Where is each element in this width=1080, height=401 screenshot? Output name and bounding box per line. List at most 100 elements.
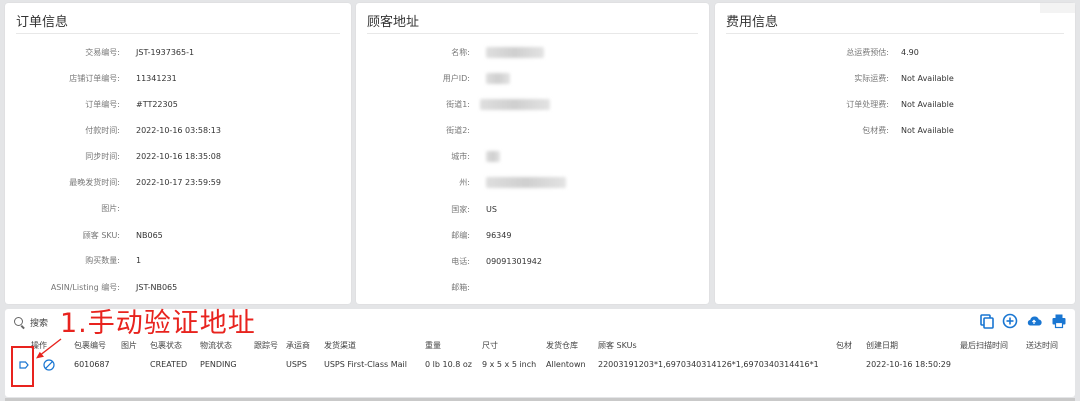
column-header: 顾客 SKUs xyxy=(598,341,637,350)
field-label: 电话: xyxy=(451,257,470,266)
field-row: 城市: xyxy=(356,150,709,164)
field-label: 包材费: xyxy=(862,126,889,135)
package-number: 6010687 xyxy=(74,360,110,369)
column-header: 图片 xyxy=(121,341,137,350)
field-row: 州: xyxy=(356,176,709,190)
field-row: 交易编号: JST-1937365-1 xyxy=(5,46,351,60)
column-header: 包材 xyxy=(836,341,852,350)
redacted-value xyxy=(480,98,550,112)
field-label: 邮箱: xyxy=(451,283,470,292)
table-row[interactable]: 6010687 CREATED PENDING USPS USPS First-… xyxy=(5,354,1075,376)
field-value: JST-1937365-1 xyxy=(136,48,195,57)
field-label: 街道1: xyxy=(446,100,470,109)
field-row: 购买数量: 1 xyxy=(5,254,351,268)
field-value: 2022-10-17 23:59:59 xyxy=(136,178,221,187)
column-header: 包裹编号 xyxy=(74,341,106,350)
field-label: 邮编: xyxy=(451,231,470,240)
redacted-value xyxy=(486,176,566,190)
weight: 0 lb 10.8 oz xyxy=(425,360,472,369)
field-value: Not Available xyxy=(901,126,954,135)
carrier: USPS xyxy=(286,360,307,369)
field-row: 街道1: xyxy=(356,98,709,112)
field-row: 名称: xyxy=(356,46,709,60)
field-value: Not Available xyxy=(901,74,954,83)
fee-info-title: 费用信息 xyxy=(726,15,779,30)
field-row: 邮箱: xyxy=(356,281,709,295)
column-header: 跟踪号 xyxy=(254,341,278,350)
field-row: 顾客 SKU: NB065 xyxy=(5,229,351,243)
field-row: 店铺订单编号: 11341231 xyxy=(5,72,351,86)
field-row: 最晚发货时间: 2022-10-17 23:59:59 xyxy=(5,176,351,190)
field-label: 购买数量: xyxy=(85,256,120,265)
column-header: 最后扫描时间 xyxy=(960,341,1008,350)
field-value: US xyxy=(486,205,497,214)
field-row: 订单编号: #TT22305 xyxy=(5,98,351,112)
field-label: 总运费预估: xyxy=(846,48,889,57)
field-label: 街道2: xyxy=(446,126,470,135)
field-row: 图片: xyxy=(5,202,351,216)
redacted-value xyxy=(486,46,544,60)
header-strip xyxy=(1040,3,1075,13)
field-value: 4.90 xyxy=(901,48,919,57)
column-header: 物流状态 xyxy=(200,341,232,350)
field-label: 最晚发货时间: xyxy=(69,178,120,187)
fee-info-card: 费用信息 总运费预估: 4.90 实际运费: Not Available 订单处理费… xyxy=(715,3,1075,304)
field-row: 国家: US xyxy=(356,203,709,217)
created-date: 2022-10-16 18:50:29 xyxy=(866,360,951,369)
field-value: NB065 xyxy=(136,231,163,240)
column-header: 发货仓库 xyxy=(546,341,578,350)
field-label: 交易编号: xyxy=(85,48,120,57)
field-label: 州: xyxy=(459,178,470,187)
table-header: 操作 包裹编号 图片 包裹状态 物流状态 跟踪号 承运商 发货渠道 重量 尺寸 … xyxy=(5,337,1075,352)
annotation-arrow-icon xyxy=(36,338,62,359)
copy-icon[interactable] xyxy=(979,313,995,329)
field-label: 订单处理费: xyxy=(846,100,889,109)
field-value: 2022-10-16 03:58:13 xyxy=(136,126,221,135)
field-row: 邮编: 96349 xyxy=(356,229,709,243)
field-row: 同步时间: 2022-10-16 18:35:08 xyxy=(5,150,351,164)
cloud-upload-icon[interactable] xyxy=(1026,313,1042,329)
field-label: 付款时间: xyxy=(85,126,120,135)
divider xyxy=(367,33,698,34)
field-label: 实际运费: xyxy=(854,74,889,83)
field-label: 顾客 SKU: xyxy=(82,231,120,240)
field-value: 11341231 xyxy=(136,74,177,83)
field-row: 用户ID: xyxy=(356,72,709,86)
package-status: CREATED xyxy=(150,360,188,369)
field-label: 用户ID: xyxy=(442,74,470,83)
field-row: 实际运费: Not Available xyxy=(715,72,1075,86)
dimensions: 9 x 5 x 5 inch xyxy=(482,360,537,369)
field-value: JST-NB065 xyxy=(136,283,178,292)
field-value: 09091301942 xyxy=(486,257,542,266)
field-label: 店铺订单编号: xyxy=(69,74,120,83)
field-label: ASIN/Listing 编号: xyxy=(50,283,120,292)
customer-address-card: 顾客地址 名称: 用户ID: 街道1: 街道2: 城市: 州: 国家: US 邮编… xyxy=(356,3,709,304)
field-label: 同步时间: xyxy=(85,152,120,161)
redacted-value xyxy=(486,72,510,86)
column-header: 发货渠道 xyxy=(324,341,356,350)
field-value: Not Available xyxy=(901,100,954,109)
field-label: 图片: xyxy=(101,204,120,213)
field-row: 订单处理费: Not Available xyxy=(715,98,1075,112)
redacted-value xyxy=(486,150,500,164)
shipping-channel: USPS First-Class Mail xyxy=(324,360,407,369)
add-circle-icon[interactable] xyxy=(1002,313,1018,329)
annotation-text: 1.手动验证地址 xyxy=(60,308,256,339)
column-header: 承运商 xyxy=(286,341,310,350)
column-header: 重量 xyxy=(425,341,441,350)
field-row: 总运费预估: 4.90 xyxy=(715,46,1075,60)
column-header: 送达时间 xyxy=(1026,341,1058,350)
field-value: 96349 xyxy=(486,231,512,240)
field-label: 名称: xyxy=(451,48,470,57)
field-value: 1 xyxy=(136,256,142,265)
warehouse: Allentown xyxy=(546,360,586,369)
field-row: ASIN/Listing 编号: JST-NB065 xyxy=(5,281,351,295)
field-row: 电话: 09091301942 xyxy=(356,255,709,269)
column-header: 尺寸 xyxy=(482,341,498,350)
order-info-title: 订单信息 xyxy=(16,15,69,30)
print-icon[interactable] xyxy=(1051,313,1067,329)
package-panel: 搜索 1.手动验证地址 操作 包裹编号 图片 包裹状态 物流状态 跟踪号 承运商… xyxy=(5,308,1075,397)
field-row: 包材费: Not Available xyxy=(715,124,1075,138)
logistics-status: PENDING xyxy=(200,360,237,369)
order-info-card: 订单信息 交易编号: JST-1937365-1 店铺订单编号: 11341231 … xyxy=(5,3,351,304)
